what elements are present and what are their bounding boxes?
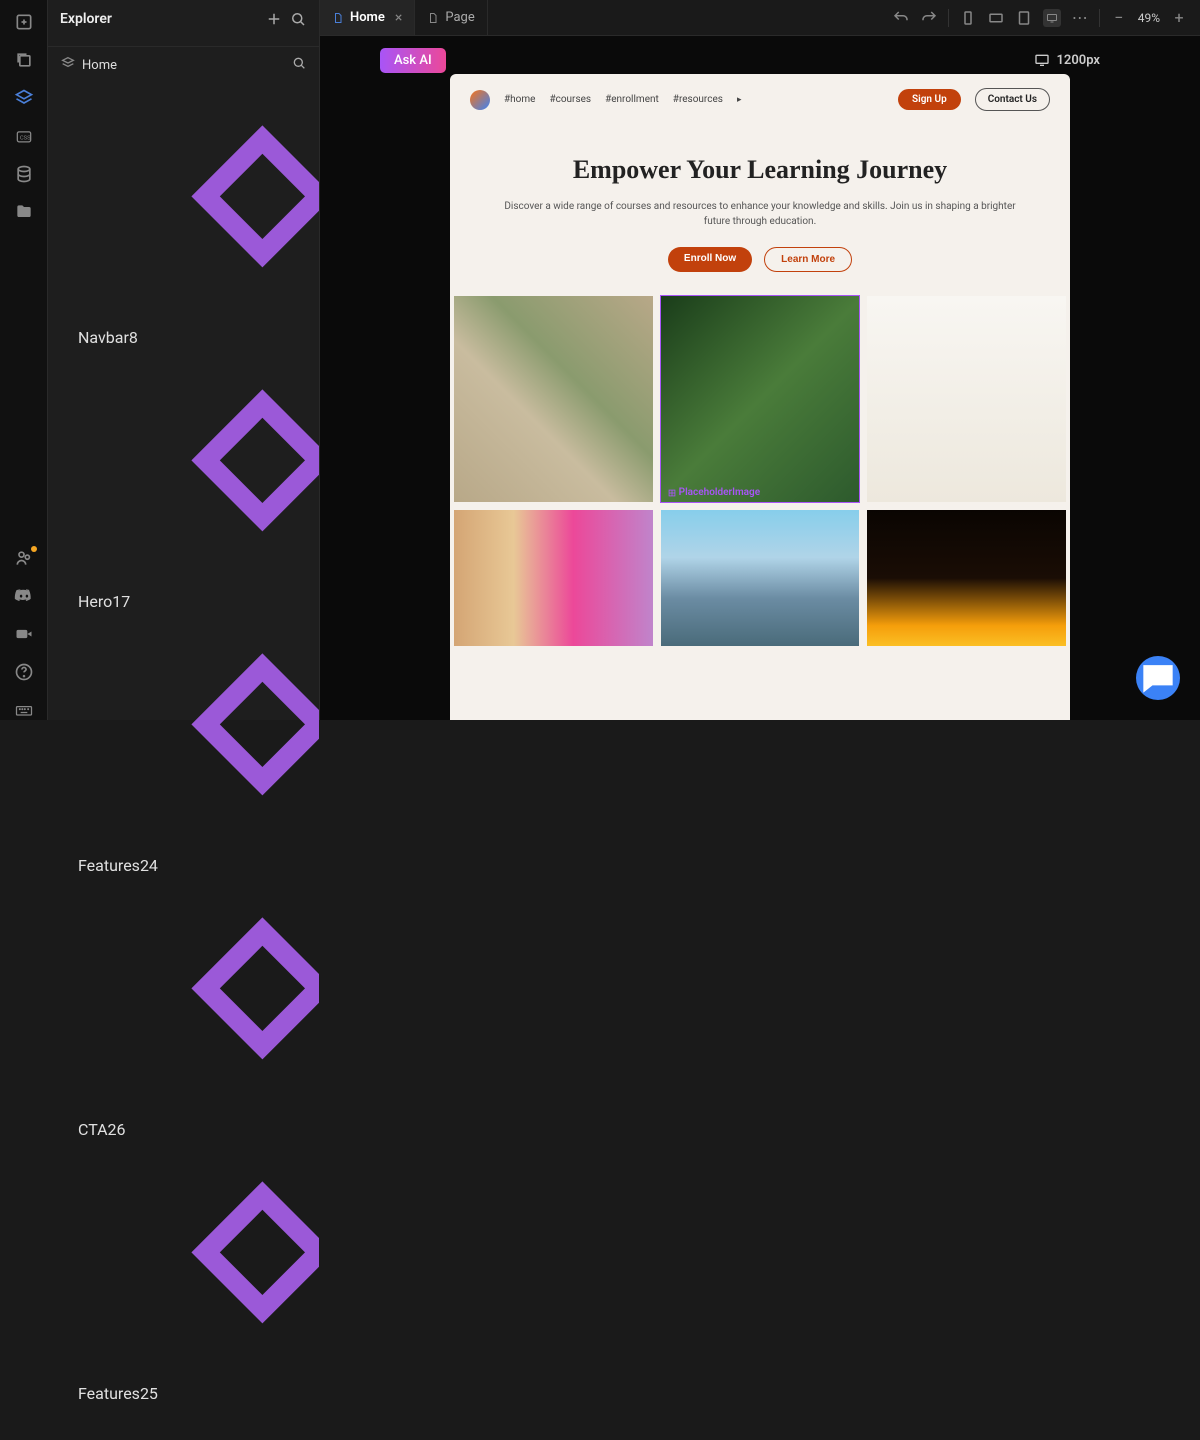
keyboard-icon[interactable]	[14, 700, 34, 720]
tab-home[interactable]: Home ×	[320, 0, 415, 35]
layers-icon[interactable]	[14, 88, 34, 108]
enroll-button[interactable]: Enroll Now	[668, 247, 752, 272]
image-card[interactable]	[867, 510, 1066, 646]
tablet-icon[interactable]	[1015, 9, 1033, 27]
add-page-icon[interactable]	[265, 10, 283, 28]
layers-small-icon	[60, 55, 76, 75]
search-icon[interactable]	[291, 55, 307, 75]
css-icon[interactable]: CSS	[14, 126, 34, 146]
image-card[interactable]	[454, 510, 653, 646]
signup-button[interactable]: Sign Up	[898, 89, 961, 110]
home-item[interactable]: CTA26	[48, 875, 319, 1139]
file-icon	[332, 12, 344, 24]
chat-fab[interactable]	[1136, 656, 1180, 700]
nav-link[interactable]: #resources	[673, 94, 723, 105]
duplicate-icon[interactable]	[14, 50, 34, 70]
more-icon[interactable]: ⋯	[1071, 9, 1089, 27]
contact-button[interactable]: Contact Us	[975, 88, 1050, 111]
zoom-in-icon[interactable]: +	[1170, 9, 1188, 27]
canvas[interactable]: Ask AI 1200px #home #courses #enrollment #r…	[320, 36, 1200, 720]
ask-ai-button[interactable]: Ask AI	[380, 48, 446, 73]
nav-link[interactable]: #home	[504, 94, 535, 105]
home-item[interactable]: Pricing14	[48, 1403, 319, 1440]
home-item[interactable]: Features25	[48, 1139, 319, 1403]
help-icon[interactable]	[14, 662, 34, 682]
home-section-header[interactable]: Home	[48, 47, 319, 83]
database-icon[interactable]	[14, 164, 34, 184]
image-card[interactable]	[454, 296, 653, 502]
folder-icon[interactable]	[14, 202, 34, 222]
image-card[interactable]	[867, 296, 1066, 502]
component-icon	[78, 837, 319, 856]
file-icon	[427, 12, 439, 24]
chevron-right-icon: ▸	[737, 95, 742, 105]
explorer-title: Explorer	[60, 11, 259, 27]
component-icon	[78, 1365, 319, 1384]
zoom-level: 49%	[1138, 11, 1160, 25]
component-icon	[78, 1101, 319, 1120]
logo-icon[interactable]	[470, 90, 490, 110]
team-icon[interactable]	[14, 548, 34, 568]
explorer-panel: Explorer Page ▾ Components Contact10CTA2…	[48, 0, 320, 720]
component-icon	[78, 573, 319, 592]
zoom-out-icon[interactable]: −	[1110, 9, 1128, 27]
tablet-landscape-icon[interactable]	[987, 9, 1005, 27]
image-card[interactable]	[661, 510, 860, 646]
home-item[interactable]: Features24	[48, 611, 319, 875]
nav-links: #home #courses #enrollment #resources	[504, 94, 723, 105]
svg-text:CSS: CSS	[19, 135, 30, 141]
preview-navbar: #home #courses #enrollment #resources ▸ Sig…	[450, 74, 1070, 125]
home-item[interactable]: Hero17	[48, 347, 319, 611]
search-icon[interactable]	[289, 10, 307, 28]
discord-icon[interactable]	[14, 586, 34, 606]
nav-link[interactable]: #enrollment	[605, 94, 659, 105]
mobile-icon[interactable]	[959, 9, 977, 27]
undo-icon[interactable]	[892, 9, 910, 27]
add-icon[interactable]	[14, 12, 34, 32]
home-item[interactable]: Navbar8	[48, 83, 319, 347]
tab-bar: Home × Page ⋯ − 49% +	[320, 0, 1200, 36]
video-icon[interactable]	[14, 624, 34, 644]
nav-link[interactable]: #courses	[549, 94, 591, 105]
left-rail: CSS	[0, 0, 48, 720]
hero-subtitle: Discover a wide range of courses and res…	[500, 199, 1020, 229]
component-icon	[78, 309, 319, 328]
desktop-icon[interactable]	[1043, 9, 1061, 27]
hero-title: Empower Your Learning Journey	[500, 155, 1020, 185]
close-icon[interactable]: ×	[395, 10, 402, 26]
tab-page[interactable]: Page	[415, 0, 487, 35]
page-preview[interactable]: #home #courses #enrollment #resources ▸ Sig…	[450, 74, 1070, 720]
image-card-selected[interactable]: PlaceholderImage	[661, 296, 860, 502]
selection-label: PlaceholderImage	[667, 487, 760, 498]
hero-section: Empower Your Learning Journey Discover a…	[450, 125, 1070, 296]
learn-more-button[interactable]: Learn More	[764, 247, 852, 272]
canvas-width-label: 1200px	[1034, 52, 1100, 68]
redo-icon[interactable]	[920, 9, 938, 27]
